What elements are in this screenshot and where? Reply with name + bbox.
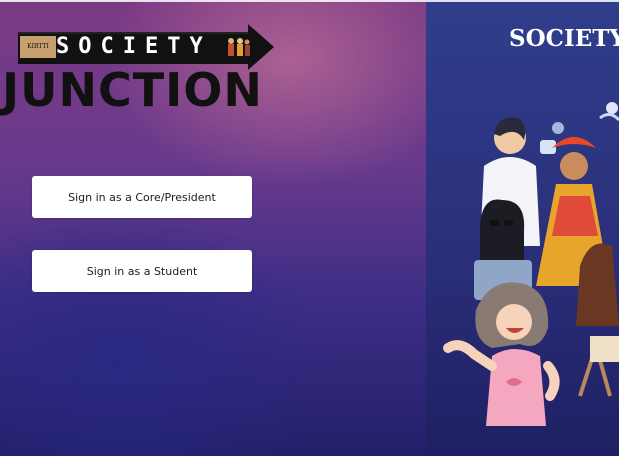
logo-tag: KIRTTI: [20, 36, 56, 58]
people-icon: [228, 38, 250, 56]
hero-title: SOCIETY: [509, 25, 619, 52]
people-illustration: [443, 102, 619, 426]
logo-junction-text: JUNCTION: [2, 63, 263, 117]
top-border: [0, 0, 619, 2]
sign-in-core-button[interactable]: Sign in as a Core/President: [32, 176, 252, 218]
logo-society-text: SOCIETY: [56, 34, 212, 59]
sign-in-student-button[interactable]: Sign in as a Student: [32, 250, 252, 292]
society-junction-logo: KIRTTI SOCIETY JUNCTION: [0, 18, 280, 118]
